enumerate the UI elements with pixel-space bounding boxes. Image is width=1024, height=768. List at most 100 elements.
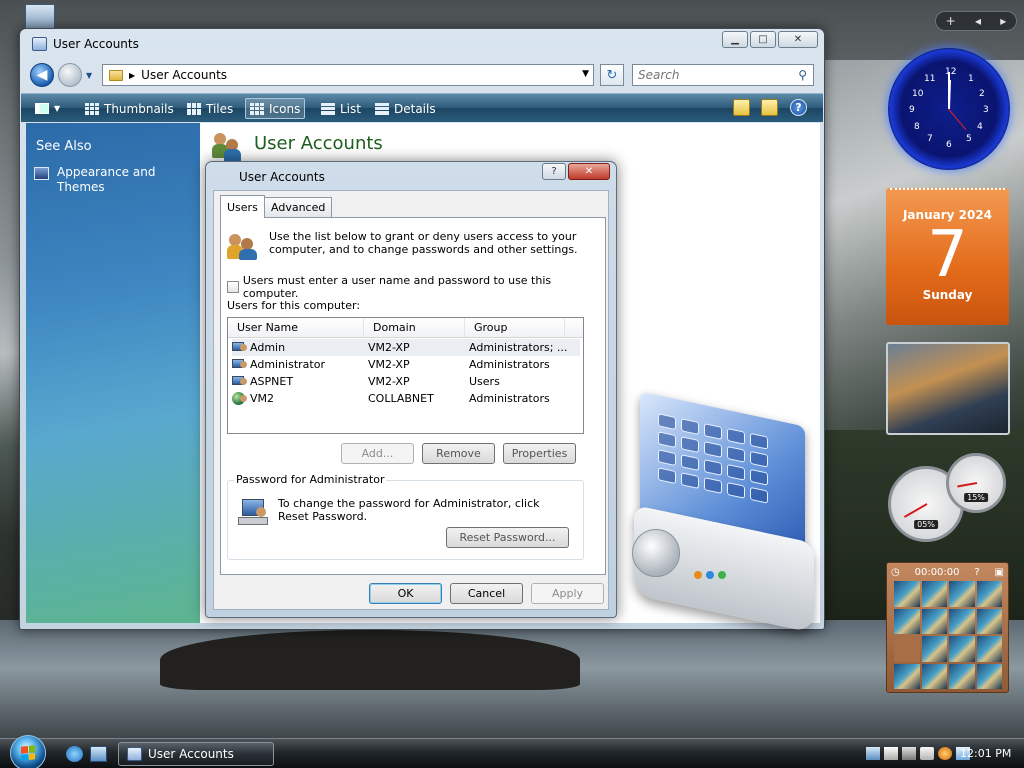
- table-row[interactable]: VM2 COLLABNET Administrators: [232, 390, 580, 407]
- puzzle-tile[interactable]: [976, 581, 1002, 607]
- views-button[interactable]: ▼: [31, 98, 64, 119]
- view-thumbnails[interactable]: Thumbnails: [81, 98, 178, 119]
- group-cell: Administrators; ...: [469, 341, 568, 354]
- search-input[interactable]: [633, 65, 783, 85]
- address-bar[interactable]: ▶ User Accounts ▼: [102, 64, 594, 86]
- new-folder-icon[interactable]: [733, 99, 750, 116]
- dialog-help-button[interactable]: ?: [542, 163, 566, 180]
- puzzle-help-icon[interactable]: ?: [974, 567, 979, 578]
- puzzle-tile[interactable]: [949, 608, 975, 634]
- add-gadget-button[interactable]: +: [946, 14, 956, 28]
- back-button[interactable]: ◀: [30, 63, 54, 87]
- puzzle-tile[interactable]: [976, 663, 1002, 689]
- safely-remove-tray-icon[interactable]: [902, 747, 916, 760]
- reset-password-button[interactable]: Reset Password...: [446, 527, 569, 548]
- puzzle-tile[interactable]: [921, 608, 947, 634]
- show-desktop-icon[interactable]: [90, 746, 107, 762]
- next-gadget-button[interactable]: ▸: [1000, 14, 1006, 28]
- search-tray-icon[interactable]: [938, 747, 952, 760]
- maximize-button[interactable]: □: [750, 31, 776, 48]
- appearance-themes-link[interactable]: Appearance and Themes: [34, 165, 194, 195]
- tab-users[interactable]: Users: [220, 195, 265, 218]
- puzzle-tile[interactable]: [921, 581, 947, 607]
- require-password-checkbox[interactable]: [227, 281, 239, 293]
- forward-button[interactable]: [58, 63, 82, 87]
- puzzle-tile[interactable]: [921, 663, 947, 689]
- view-tiles[interactable]: Tiles: [183, 98, 237, 119]
- puzzle-tile[interactable]: [894, 608, 920, 634]
- puzzle-tile[interactable]: [921, 636, 947, 662]
- ok-button[interactable]: OK: [369, 583, 442, 604]
- desktop-wallpaper-rock: [160, 630, 580, 690]
- view-list-label: List: [340, 101, 361, 116]
- breadcrumb-arrow-icon[interactable]: ▶: [129, 71, 135, 80]
- cancel-button[interactable]: Cancel: [450, 583, 523, 604]
- local-user-icon: [232, 341, 248, 355]
- slideshow-gadget[interactable]: [886, 342, 1010, 435]
- refresh-button[interactable]: ↻: [600, 64, 624, 86]
- illustration-knob: [632, 529, 680, 577]
- password-group-title: Password for Administrator: [234, 473, 387, 486]
- view-list[interactable]: List: [317, 98, 365, 119]
- monitor-icon: [34, 167, 49, 180]
- column-group[interactable]: Group: [465, 318, 565, 338]
- search-icon[interactable]: ⚲: [798, 68, 807, 82]
- view-details[interactable]: Details: [371, 98, 440, 119]
- previous-gadget-button[interactable]: ◂: [975, 14, 981, 28]
- puzzle-tile[interactable]: [949, 581, 975, 607]
- thumbnails-icon: [85, 102, 99, 115]
- puzzle-tile[interactable]: [976, 608, 1002, 634]
- calendar-day: 7: [927, 218, 968, 292]
- network-tray-icon[interactable]: [866, 747, 880, 760]
- volume-tray-icon[interactable]: [884, 747, 898, 760]
- table-row[interactable]: ASPNET VM2-XP Users: [232, 373, 580, 390]
- view-icons[interactable]: Icons: [245, 98, 306, 119]
- table-row[interactable]: Admin VM2-XP Administrators; ...: [232, 339, 580, 356]
- breadcrumb-user-accounts[interactable]: User Accounts: [141, 68, 227, 82]
- taskbar-button-user-accounts[interactable]: User Accounts: [118, 742, 274, 766]
- local-user-icon: [232, 375, 248, 389]
- clock-number: 11: [924, 74, 936, 84]
- picture-puzzle-gadget[interactable]: ◷ 00:00:00 ? ▣: [886, 562, 1009, 693]
- help-icon[interactable]: ?: [790, 99, 807, 116]
- notification-area: [866, 747, 970, 760]
- recent-pages-dropdown[interactable]: ▼: [86, 71, 92, 80]
- apply-button[interactable]: Apply: [531, 583, 604, 604]
- column-domain[interactable]: Domain: [364, 318, 465, 338]
- puzzle-preview-icon[interactable]: ▣: [995, 567, 1004, 578]
- properties-icon[interactable]: [761, 99, 778, 116]
- puzzle-tile[interactable]: [894, 581, 920, 607]
- icons-icon: [250, 102, 264, 115]
- calendar-gadget[interactable]: January 2024 7 Sunday: [886, 188, 1009, 325]
- clock-gadget[interactable]: 12 1 2 3 4 5 6 7 8 9 10 11: [888, 48, 1010, 170]
- add-user-button[interactable]: Add...: [341, 443, 414, 464]
- column-user-name[interactable]: User Name: [228, 318, 364, 338]
- internet-explorer-icon[interactable]: [66, 746, 83, 762]
- command-bar: ▼ Thumbnails Tiles Icons List Details ?: [21, 93, 823, 122]
- puzzle-grid[interactable]: [894, 581, 1002, 689]
- dialog-close-button[interactable]: ✕: [568, 163, 610, 180]
- tab-advanced[interactable]: Advanced: [264, 197, 333, 217]
- back-arrow-icon: ◀: [36, 67, 48, 83]
- close-button[interactable]: ✕: [778, 31, 818, 48]
- memory-meter-gadget[interactable]: 15%: [946, 453, 1006, 513]
- puzzle-tile[interactable]: [976, 636, 1002, 662]
- taskbar-clock[interactable]: 12:01 PM: [960, 747, 1011, 760]
- puzzle-tile[interactable]: [949, 663, 975, 689]
- minimize-button[interactable]: ▁: [722, 31, 748, 48]
- require-password-label[interactable]: Users must enter a user name and passwor…: [243, 274, 605, 300]
- appearance-themes-label: Appearance and Themes: [57, 165, 156, 194]
- sidebar-tray-icon[interactable]: [920, 747, 934, 760]
- taskbar: User Accounts 12:01 PM: [0, 735, 1024, 768]
- table-row[interactable]: Administrator VM2-XP Administrators: [232, 356, 580, 373]
- remove-user-button[interactable]: Remove: [422, 443, 495, 464]
- puzzle-tile[interactable]: [894, 663, 920, 689]
- clock-number: 3: [983, 105, 989, 115]
- address-dropdown-icon[interactable]: ▼: [582, 69, 589, 79]
- user-properties-button[interactable]: Properties: [503, 443, 576, 464]
- details-icon: [375, 102, 389, 115]
- clock-hour-hand: [948, 79, 952, 110]
- puzzle-tile[interactable]: [949, 636, 975, 662]
- address-row: ◀ ▼ ▶ User Accounts ▼ ↻ ⚲: [28, 61, 816, 89]
- start-button[interactable]: [10, 735, 46, 768]
